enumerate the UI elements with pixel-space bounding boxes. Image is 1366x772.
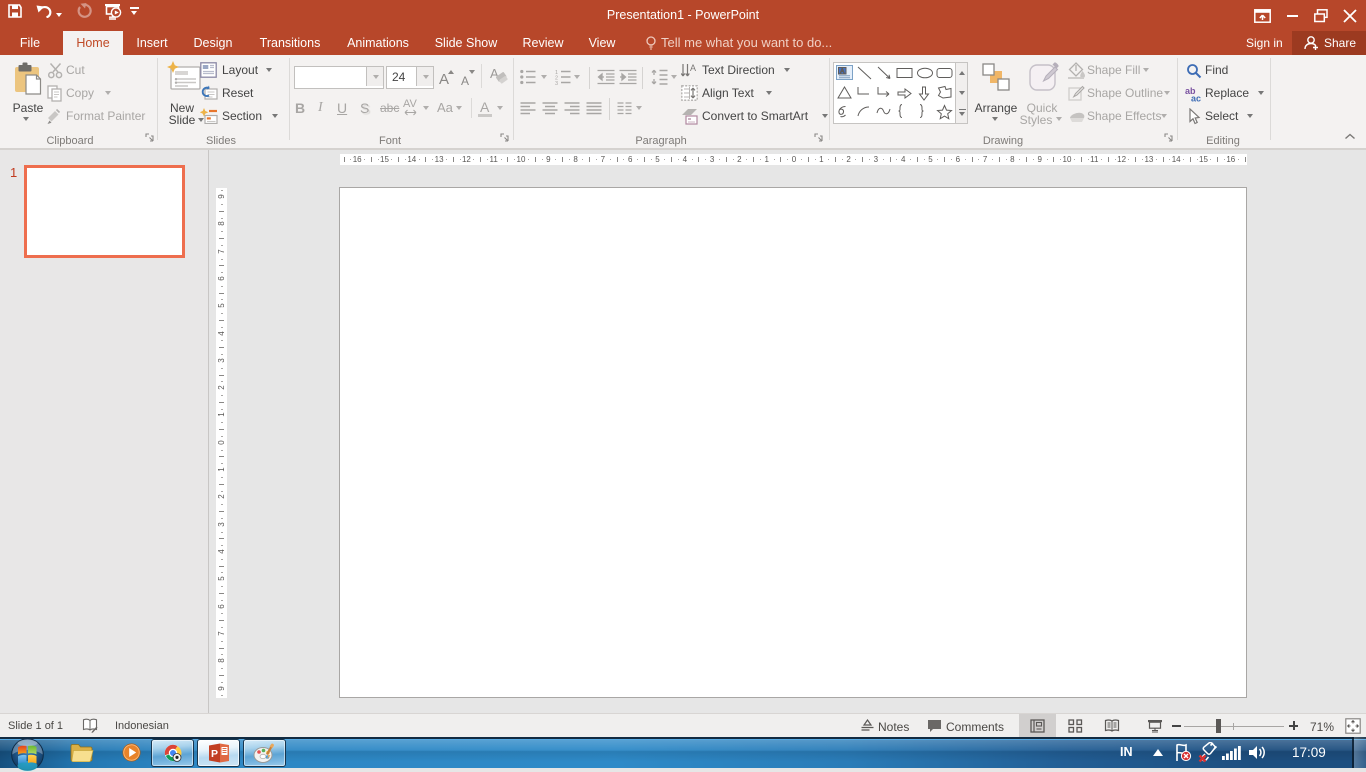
- svg-text:3: 3: [555, 81, 558, 85]
- svg-text:A: A: [690, 63, 696, 73]
- svg-text:A: A: [840, 69, 844, 75]
- svg-text:P: P: [211, 748, 218, 760]
- svg-text:ac: ac: [1191, 94, 1201, 103]
